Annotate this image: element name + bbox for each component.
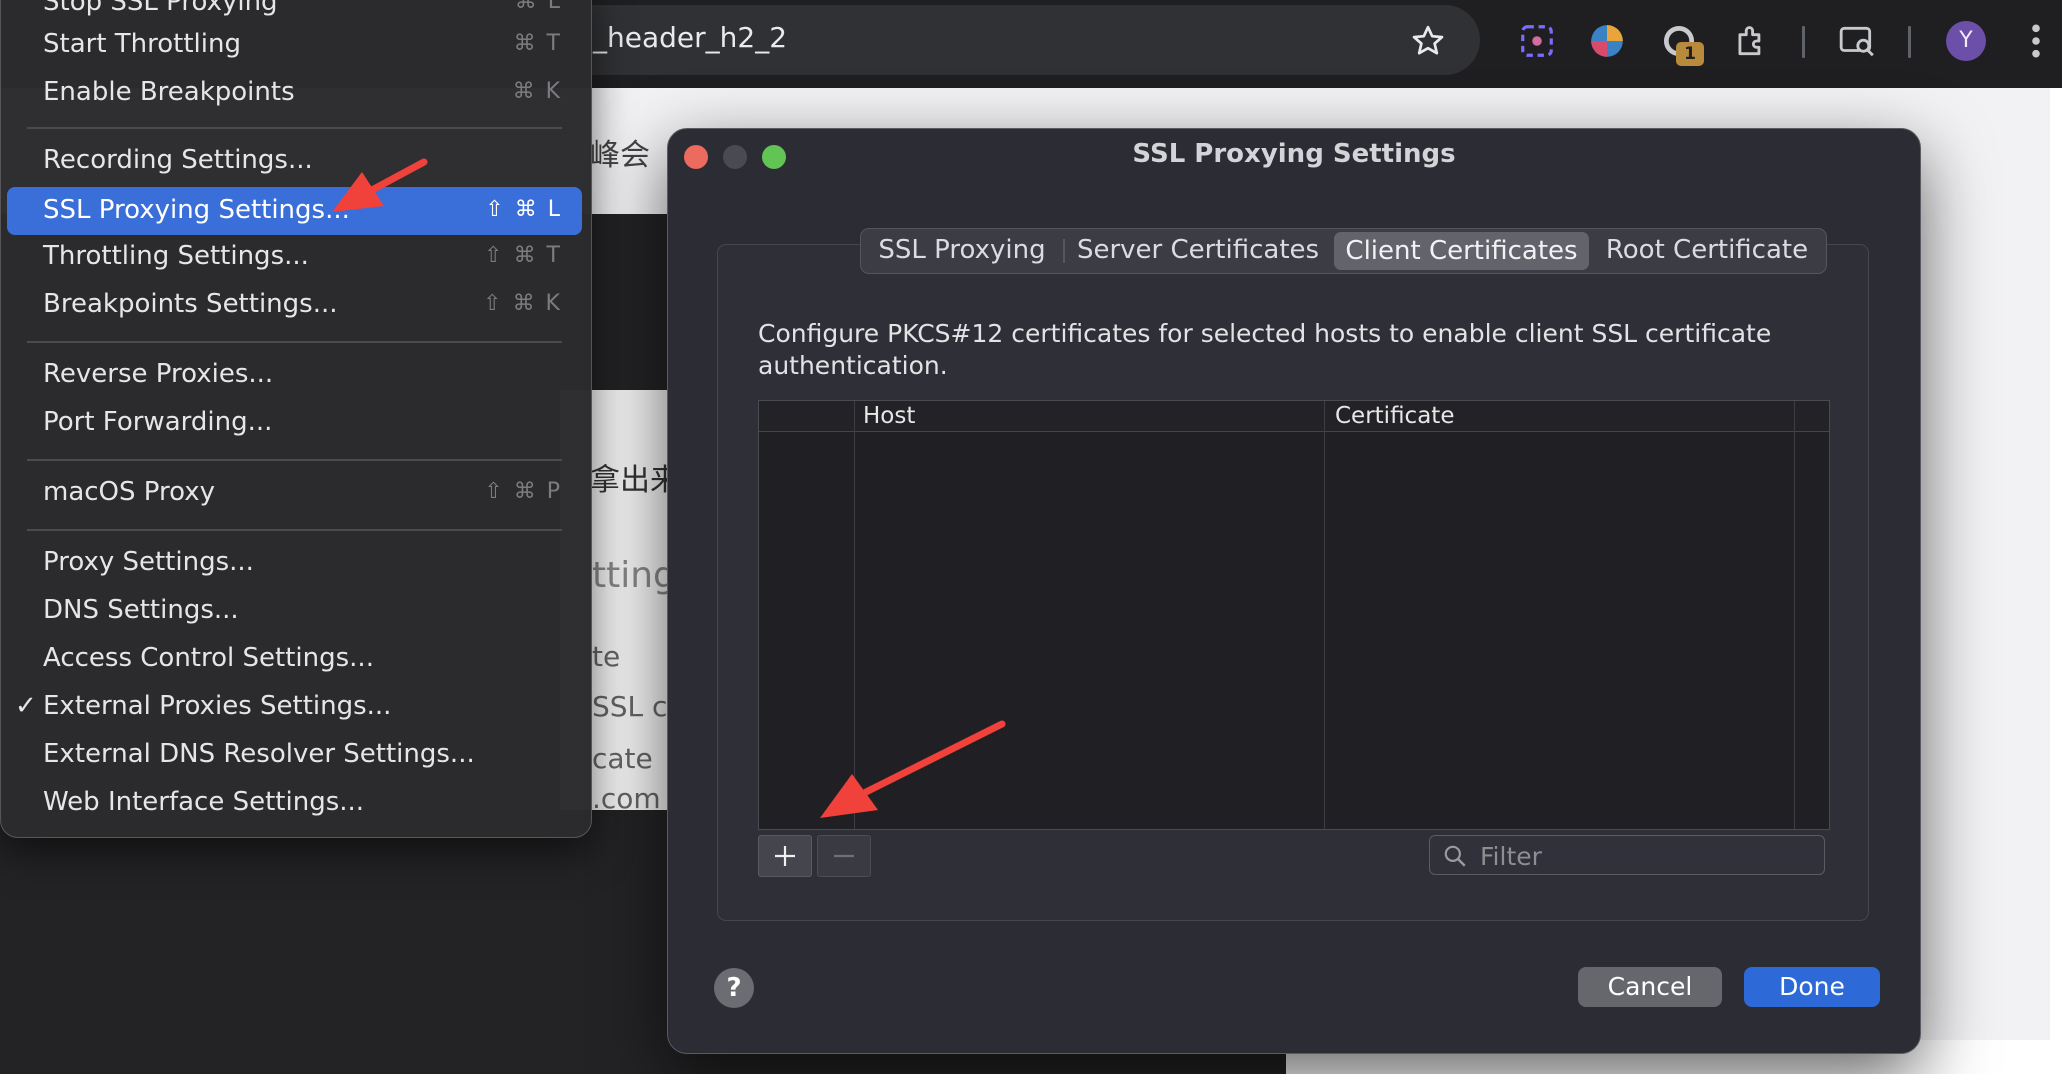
column-header-certificate[interactable]: Certificate [1335,403,1454,429]
menu-item-access-control-settings[interactable]: Access Control Settings... [7,637,582,681]
menu-item-enable-breakpoints[interactable]: Enable Breakpoints ⌘ K [7,71,582,115]
color-extension-icon[interactable] [1588,22,1626,60]
column-divider [1794,401,1795,829]
extensions-puzzle-icon[interactable] [1732,22,1770,60]
menu-item-proxy-settings[interactable]: Proxy Settings... [7,541,582,585]
ssl-proxying-settings-dialog: SSL Proxying Settings SSL Proxying Serve… [667,128,1921,1054]
tab-ssl-proxying[interactable]: SSL Proxying [861,229,1063,273]
filter-field[interactable] [1429,835,1825,875]
done-button[interactable]: Done [1744,967,1880,1007]
menu-item-stop-ssl-proxying[interactable]: Stop SSL Proxying ⌘ L [7,0,582,25]
tab-search-icon[interactable] [1838,22,1876,60]
filter-input[interactable] [1478,838,1812,874]
menu-item-macos-proxy[interactable]: macOS Proxy ⇧ ⌘ P [7,471,582,515]
page-fragment: SSL c [592,690,668,723]
plus-icon [775,846,795,866]
column-divider [854,401,855,829]
menu-item-start-throttling[interactable]: Start Throttling ⌘ T [7,23,582,67]
page-fragment: .com [592,782,661,815]
proxy-menu: Stop SSL Proxying ⌘ L Start Throttling ⌘ T… [0,0,592,838]
toolbar-divider [1908,26,1911,58]
page-fragment: cate [592,742,653,775]
tab-bar: SSL Proxying Server Certificates Client … [860,228,1827,274]
menu-item-ssl-proxying-settings[interactable]: SSL Proxying Settings... ⇧ ⌘ L [7,187,582,235]
page-fragment: 峰会 [590,138,650,173]
tab-server-certificates[interactable]: Server Certificates [1065,229,1331,273]
menu-item-dns-settings[interactable]: DNS Settings... [7,589,582,633]
menu-item-recording-settings[interactable]: Recording Settings... [7,139,582,183]
dialog-title: SSL Proxying Settings [1132,139,1456,169]
toolbar-divider [1802,26,1805,58]
menu-separator [27,529,562,531]
column-divider [1324,401,1325,829]
search-icon [1444,845,1466,867]
profile-avatar[interactable]: Y [1946,21,1986,61]
address-bar[interactable]: _header_h2_2 [530,5,1480,75]
add-button[interactable] [758,835,812,877]
menu-item-external-proxies-settings[interactable]: ✓ External Proxies Settings... [7,685,582,729]
client-certificates-table[interactable]: Host Certificate [758,400,1830,830]
web-page-edge [2050,88,2062,1074]
address-text: _header_h2_2 [593,21,788,54]
cancel-button[interactable]: Cancel [1578,967,1722,1007]
menu-separator [27,341,562,343]
tab-client-certificates[interactable]: Client Certificates [1334,232,1589,270]
page-fragment: te [592,640,621,673]
remove-button[interactable] [817,835,871,877]
minus-icon [834,854,854,858]
help-button[interactable]: ? [714,968,754,1008]
bookmark-star-icon[interactable] [1410,23,1446,59]
menu-item-reverse-proxies[interactable]: Reverse Proxies... [7,353,582,397]
tab-root-certificate[interactable]: Root Certificate [1591,229,1823,273]
table-header: Host Certificate [759,401,1829,432]
extension-badge: 1 [1676,42,1704,66]
column-header-host[interactable]: Host [863,403,915,429]
menu-separator [27,127,562,129]
menu-separator [27,459,562,461]
menu-item-breakpoints-settings[interactable]: Breakpoints Settings... ⇧ ⌘ K [7,283,582,327]
description-text: Configure PKCS#12 certificates for selec… [758,319,1772,380]
tab-content-panel: SSL Proxying Server Certificates Client … [717,228,1869,921]
menu-item-throttling-settings[interactable]: Throttling Settings... ⇧ ⌘ T [7,235,582,279]
page-fragment: tting [592,555,676,596]
menu-item-external-dns-resolver-settings[interactable]: External DNS Resolver Settings... [7,733,582,777]
menu-item-web-interface-settings[interactable]: Web Interface Settings... [7,781,582,825]
screenshot-extension-icon[interactable] [1518,22,1556,60]
more-menu-icon[interactable] [2030,22,2042,60]
menu-item-port-forwarding[interactable]: Port Forwarding... [7,401,582,445]
checkmark-icon: ✓ [15,691,37,721]
